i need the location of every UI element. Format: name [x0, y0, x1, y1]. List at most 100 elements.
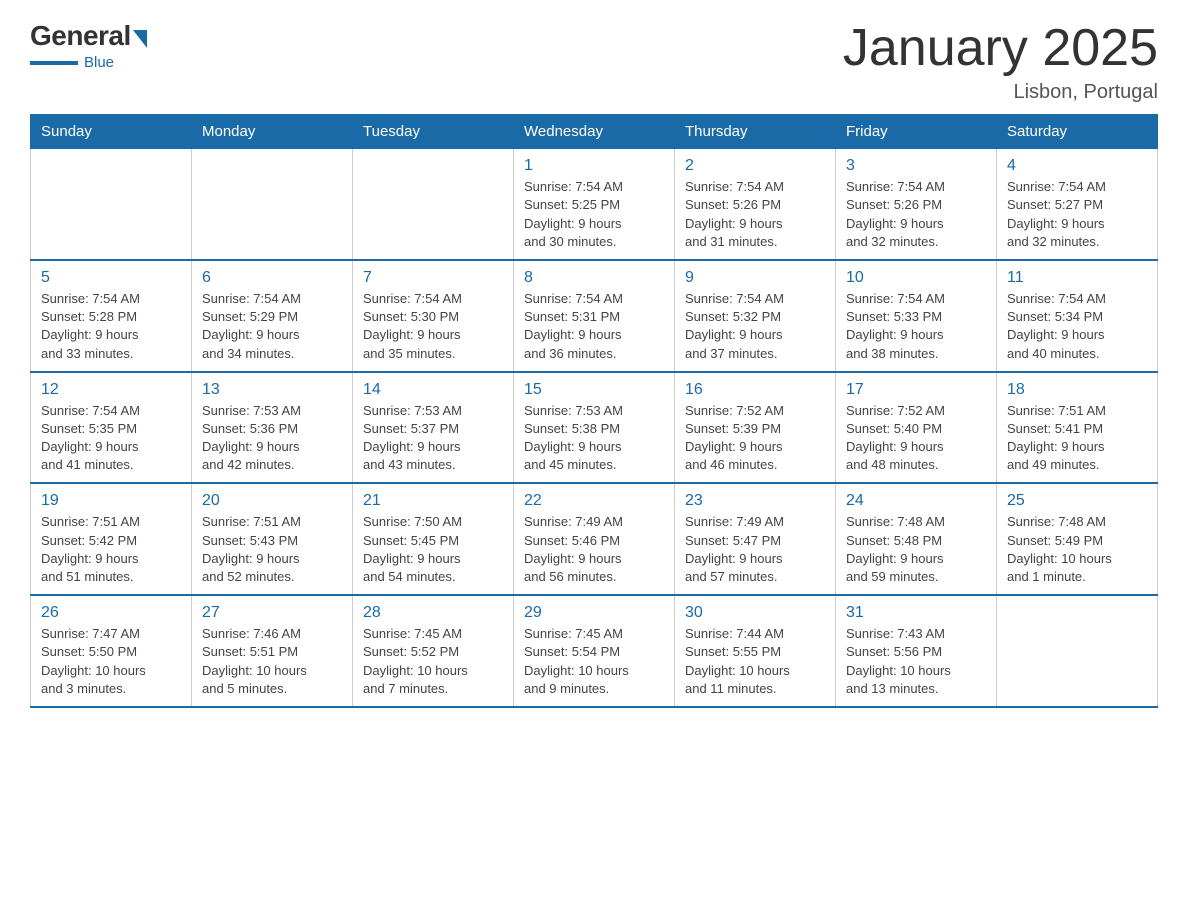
- day-number: 20: [202, 492, 342, 510]
- calendar-cell: 10Sunrise: 7:54 AM Sunset: 5:33 PM Dayli…: [836, 260, 997, 372]
- calendar-cell: 1 Sunrise: 7:54 AM Sunset: 5:25 PM Daylig…: [514, 149, 675, 260]
- calendar-cell: 6 Sunrise: 7:54 AM Sunset: 5:29 PM Daylig…: [192, 260, 353, 372]
- calendar-cell: 23Sunrise: 7:49 AM Sunset: 5:47 PM Dayli…: [675, 483, 836, 595]
- logo-blue-text: Blue: [84, 54, 114, 71]
- weekday-header-monday: Monday: [192, 115, 353, 149]
- day-info: Sunrise: 7:53 AM Sunset: 5:36 PM Dayligh…: [202, 402, 342, 475]
- calendar-cell: 31 Sunrise: 7:43 AM Sunset: 5:56 PM Dayli…: [836, 595, 997, 707]
- day-number: 17: [846, 381, 986, 399]
- day-number: 26: [41, 604, 181, 622]
- subtitle: Lisbon, Portugal: [843, 81, 1158, 104]
- day-number: 4: [1007, 157, 1147, 175]
- logo: General Blue: [30, 20, 147, 71]
- calendar-cell: 22 Sunrise: 7:49 AM Sunset: 5:46 PM Dayli…: [514, 483, 675, 595]
- calendar-cell: 15Sunrise: 7:53 AM Sunset: 5:38 PM Dayli…: [514, 372, 675, 484]
- day-number: 31: [846, 604, 986, 622]
- day-info: Sunrise: 7:48 AM Sunset: 5:49 PM Dayligh…: [1007, 513, 1147, 586]
- day-number: 28: [363, 604, 503, 622]
- day-number: 14: [363, 381, 503, 399]
- day-number: 3: [846, 157, 986, 175]
- calendar-cell: [192, 149, 353, 260]
- calendar-cell: 17 Sunrise: 7:52 AM Sunset: 5:40 PM Dayli…: [836, 372, 997, 484]
- day-info: Sunrise: 7:54 AM Sunset: 5:26 PM Dayligh…: [685, 178, 825, 251]
- calendar-week-1: 1 Sunrise: 7:54 AM Sunset: 5:25 PM Daylig…: [31, 149, 1158, 260]
- calendar-cell: 13 Sunrise: 7:53 AM Sunset: 5:36 PM Dayli…: [192, 372, 353, 484]
- day-number: 1: [524, 157, 664, 175]
- day-info: Sunrise: 7:49 AM Sunset: 5:46 PM Dayligh…: [524, 513, 664, 586]
- day-info: Sunrise: 7:54 AM Sunset: 5:25 PM Dayligh…: [524, 178, 664, 251]
- weekday-header-friday: Friday: [836, 115, 997, 149]
- day-info: Sunrise: 7:52 AM Sunset: 5:40 PM Dayligh…: [846, 402, 986, 475]
- weekday-header-sunday: Sunday: [31, 115, 192, 149]
- day-info: Sunrise: 7:51 AM Sunset: 5:42 PM Dayligh…: [41, 513, 181, 586]
- day-info: Sunrise: 7:48 AM Sunset: 5:48 PM Dayligh…: [846, 513, 986, 586]
- calendar-week-3: 12 Sunrise: 7:54 AM Sunset: 5:35 PM Dayli…: [31, 372, 1158, 484]
- day-number: 8: [524, 269, 664, 287]
- day-info: Sunrise: 7:54 AM Sunset: 5:29 PM Dayligh…: [202, 290, 342, 363]
- day-number: 16: [685, 381, 825, 399]
- day-info: Sunrise: 7:46 AM Sunset: 5:51 PM Dayligh…: [202, 625, 342, 698]
- day-info: Sunrise: 7:54 AM Sunset: 5:32 PM Dayligh…: [685, 290, 825, 363]
- day-number: 9: [685, 269, 825, 287]
- day-info: Sunrise: 7:54 AM Sunset: 5:27 PM Dayligh…: [1007, 178, 1147, 251]
- day-info: Sunrise: 7:49 AM Sunset: 5:47 PM Dayligh…: [685, 513, 825, 586]
- page-header: General Blue January 2025 Lisbon, Portug…: [30, 20, 1158, 104]
- calendar-cell: 21 Sunrise: 7:50 AM Sunset: 5:45 PM Dayli…: [353, 483, 514, 595]
- day-number: 7: [363, 269, 503, 287]
- calendar-header-row: SundayMondayTuesdayWednesdayThursdayFrid…: [31, 115, 1158, 149]
- day-number: 22: [524, 492, 664, 510]
- day-number: 18: [1007, 381, 1147, 399]
- calendar-cell: 3Sunrise: 7:54 AM Sunset: 5:26 PM Daylig…: [836, 149, 997, 260]
- weekday-header-thursday: Thursday: [675, 115, 836, 149]
- calendar-cell: 20 Sunrise: 7:51 AM Sunset: 5:43 PM Dayli…: [192, 483, 353, 595]
- day-number: 24: [846, 492, 986, 510]
- day-info: Sunrise: 7:54 AM Sunset: 5:35 PM Dayligh…: [41, 402, 181, 475]
- day-info: Sunrise: 7:54 AM Sunset: 5:28 PM Dayligh…: [41, 290, 181, 363]
- calendar-cell: 14 Sunrise: 7:53 AM Sunset: 5:37 PM Dayli…: [353, 372, 514, 484]
- day-number: 27: [202, 604, 342, 622]
- calendar-cell: 27 Sunrise: 7:46 AM Sunset: 5:51 PM Dayli…: [192, 595, 353, 707]
- day-info: Sunrise: 7:50 AM Sunset: 5:45 PM Dayligh…: [363, 513, 503, 586]
- calendar-cell: 11Sunrise: 7:54 AM Sunset: 5:34 PM Dayli…: [997, 260, 1158, 372]
- day-info: Sunrise: 7:45 AM Sunset: 5:54 PM Dayligh…: [524, 625, 664, 698]
- day-info: Sunrise: 7:51 AM Sunset: 5:41 PM Dayligh…: [1007, 402, 1147, 475]
- calendar-cell: 29 Sunrise: 7:45 AM Sunset: 5:54 PM Dayli…: [514, 595, 675, 707]
- day-number: 11: [1007, 269, 1147, 287]
- calendar-cell: 26 Sunrise: 7:47 AM Sunset: 5:50 PM Dayli…: [31, 595, 192, 707]
- calendar-cell: 9 Sunrise: 7:54 AM Sunset: 5:32 PM Daylig…: [675, 260, 836, 372]
- calendar-week-2: 5 Sunrise: 7:54 AM Sunset: 5:28 PM Daylig…: [31, 260, 1158, 372]
- calendar-cell: 24 Sunrise: 7:48 AM Sunset: 5:48 PM Dayli…: [836, 483, 997, 595]
- main-title: January 2025: [843, 20, 1158, 77]
- day-info: Sunrise: 7:53 AM Sunset: 5:37 PM Dayligh…: [363, 402, 503, 475]
- day-info: Sunrise: 7:47 AM Sunset: 5:50 PM Dayligh…: [41, 625, 181, 698]
- calendar-cell: 7 Sunrise: 7:54 AM Sunset: 5:30 PM Daylig…: [353, 260, 514, 372]
- calendar-cell: 8 Sunrise: 7:54 AM Sunset: 5:31 PM Daylig…: [514, 260, 675, 372]
- calendar-cell: 5 Sunrise: 7:54 AM Sunset: 5:28 PM Daylig…: [31, 260, 192, 372]
- day-info: Sunrise: 7:45 AM Sunset: 5:52 PM Dayligh…: [363, 625, 503, 698]
- day-number: 19: [41, 492, 181, 510]
- day-info: Sunrise: 7:53 AM Sunset: 5:38 PM Dayligh…: [524, 402, 664, 475]
- day-info: Sunrise: 7:43 AM Sunset: 5:56 PM Dayligh…: [846, 625, 986, 698]
- calendar-week-4: 19 Sunrise: 7:51 AM Sunset: 5:42 PM Dayli…: [31, 483, 1158, 595]
- day-number: 29: [524, 604, 664, 622]
- calendar-cell: 12 Sunrise: 7:54 AM Sunset: 5:35 PM Dayli…: [31, 372, 192, 484]
- day-info: Sunrise: 7:51 AM Sunset: 5:43 PM Dayligh…: [202, 513, 342, 586]
- day-number: 5: [41, 269, 181, 287]
- day-number: 21: [363, 492, 503, 510]
- title-area: January 2025 Lisbon, Portugal: [843, 20, 1158, 104]
- calendar-cell: 19 Sunrise: 7:51 AM Sunset: 5:42 PM Dayli…: [31, 483, 192, 595]
- calendar-cell: 30Sunrise: 7:44 AM Sunset: 5:55 PM Dayli…: [675, 595, 836, 707]
- day-number: 12: [41, 381, 181, 399]
- logo-general-text: General: [30, 20, 131, 52]
- calendar-cell: 25Sunrise: 7:48 AM Sunset: 5:49 PM Dayli…: [997, 483, 1158, 595]
- day-info: Sunrise: 7:52 AM Sunset: 5:39 PM Dayligh…: [685, 402, 825, 475]
- day-info: Sunrise: 7:54 AM Sunset: 5:30 PM Dayligh…: [363, 290, 503, 363]
- day-number: 6: [202, 269, 342, 287]
- calendar-cell: [31, 149, 192, 260]
- day-info: Sunrise: 7:54 AM Sunset: 5:31 PM Dayligh…: [524, 290, 664, 363]
- day-number: 13: [202, 381, 342, 399]
- weekday-header-wednesday: Wednesday: [514, 115, 675, 149]
- calendar-table: SundayMondayTuesdayWednesdayThursdayFrid…: [30, 114, 1158, 708]
- logo-arrow-icon: [133, 30, 147, 48]
- weekday-header-tuesday: Tuesday: [353, 115, 514, 149]
